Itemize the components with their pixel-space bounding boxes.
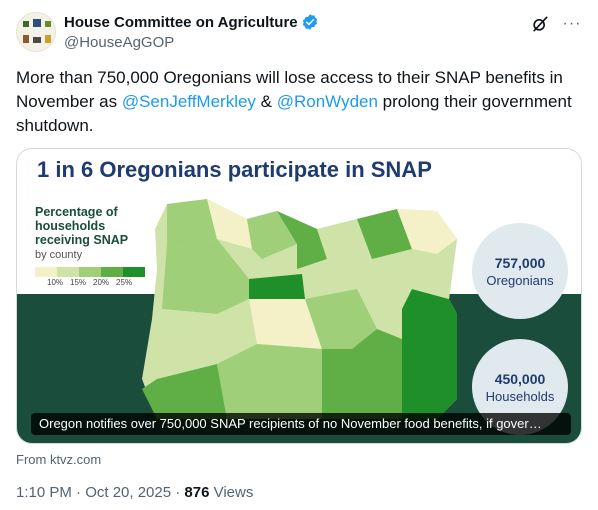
tweet-text-part: &: [255, 92, 277, 111]
legend-tick: 20%: [93, 278, 110, 287]
stat-number: 757,000: [494, 254, 546, 271]
legend-tick: 10%: [47, 278, 64, 287]
legend-ticks: 10% 15% 20% 25%: [47, 278, 132, 287]
tweet-text: More than 750,000 Oregonians will lose a…: [16, 66, 582, 138]
legend-tick: 15%: [70, 278, 87, 287]
author-names: House Committee on Agriculture @HouseAgG…: [64, 12, 319, 51]
legend-tick: 25%: [116, 278, 133, 287]
tweet-timestamp[interactable]: 1:10 PM · Oct 20, 2025 ·: [16, 484, 184, 501]
stat-number: 450,000: [494, 370, 546, 387]
legend-swatch: [101, 267, 123, 277]
media-card[interactable]: 1 in 6 Oregonians participate in SNAP Pe…: [16, 148, 582, 444]
grok-icon[interactable]: [530, 14, 550, 34]
link-source[interactable]: From ktvz.com: [16, 452, 101, 467]
mention-link[interactable]: @SenJeffMerkley: [122, 92, 256, 111]
legend-swatch: [57, 267, 79, 277]
tweet-header: House Committee on Agriculture @HouseAgG…: [16, 10, 582, 54]
legend-swatch: [35, 267, 57, 277]
verified-badge-icon: [302, 14, 317, 30]
stat-label: Oregonians: [486, 272, 554, 288]
stat-label: Households: [485, 388, 555, 404]
legend-swatches: [35, 267, 145, 277]
author-handle[interactable]: @HouseAgGOP: [64, 34, 319, 51]
house-ag-avatar-icon[interactable]: [16, 12, 56, 52]
more-options-icon[interactable]: ···: [562, 14, 582, 34]
views-label: Views: [209, 484, 254, 501]
media-caption[interactable]: Oregon notifies over 750,000 SNAP recipi…: [31, 413, 571, 435]
legend-title: Percentage of households receiving SNAP: [35, 205, 129, 247]
legend-subtitle: by county: [35, 249, 83, 261]
legend-swatch: [79, 267, 101, 277]
tweet-meta: 1:10 PM · Oct 20, 2025 · 876 Views: [16, 484, 253, 501]
legend-swatch: [123, 267, 145, 277]
mention-link[interactable]: @RonWyden: [277, 92, 378, 111]
views-count: 876: [184, 484, 210, 501]
stat-oregonians: 757,000 Oregonians: [472, 223, 568, 319]
author-display-name[interactable]: House Committee on Agriculture: [64, 14, 298, 31]
header-actions: ···: [530, 14, 582, 34]
